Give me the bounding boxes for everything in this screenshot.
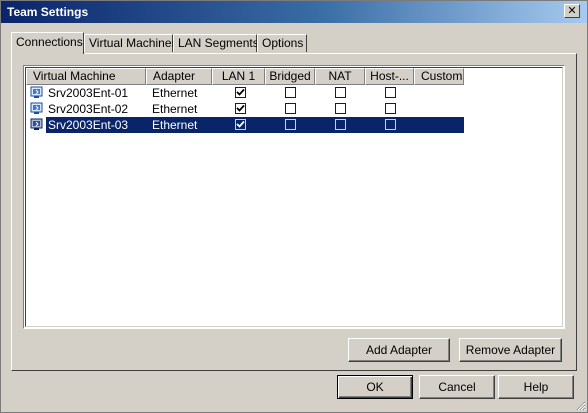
lan1-checkbox[interactable]	[235, 103, 246, 114]
virtual-machine-icon	[30, 118, 43, 130]
bridged-checkbox[interactable]	[285, 119, 296, 130]
column-header-custom[interactable]: Custom	[414, 68, 464, 85]
tab-label: Options	[262, 36, 304, 50]
remove-adapter-button[interactable]: Remove Adapter	[459, 338, 562, 362]
column-header-nat[interactable]: NAT	[315, 68, 365, 85]
column-header-bridged[interactable]: Bridged	[265, 68, 315, 85]
bridged-checkbox[interactable]	[285, 103, 296, 114]
lan1-checkbox[interactable]	[235, 119, 246, 130]
close-button[interactable]: ✕	[564, 4, 580, 18]
vm-name: Srv2003Ent-01	[48, 86, 129, 100]
host-checkbox[interactable]	[385, 87, 396, 98]
tab-label: LAN Segments	[178, 36, 259, 50]
cancel-button[interactable]: Cancel	[419, 375, 495, 399]
team-settings-dialog: Team Settings ✕ Connections Virtual Mach…	[0, 0, 588, 413]
close-icon: ✕	[567, 5, 577, 17]
adapter-name: Ethernet	[152, 86, 198, 100]
help-button[interactable]: Help	[498, 375, 574, 399]
column-header-virtual-machine[interactable]: Virtual Machine	[26, 68, 146, 85]
tab-virtual-machines[interactable]: Virtual Machines	[84, 34, 178, 52]
adapter-name: Ethernet	[152, 102, 198, 116]
tab-label: Virtual Machines	[89, 36, 178, 50]
host-checkbox[interactable]	[385, 119, 396, 130]
vm-name: Srv2003Ent-03	[48, 118, 129, 132]
connections-list[interactable]: Virtual Machine Adapter LAN 1 Bridged NA…	[23, 65, 565, 329]
resize-grip-icon[interactable]	[574, 399, 586, 411]
nat-checkbox[interactable]	[335, 87, 346, 98]
table-row-selected[interactable]: Srv2003Ent-03 Ethernet	[26, 117, 566, 133]
add-adapter-button[interactable]: Add Adapter	[348, 338, 450, 362]
bridged-checkbox[interactable]	[285, 87, 296, 98]
check-icon	[236, 104, 245, 112]
nat-checkbox[interactable]	[335, 103, 346, 114]
adapter-name: Ethernet	[152, 118, 198, 132]
check-icon	[236, 120, 245, 128]
table-row[interactable]: Srv2003Ent-02 Ethernet	[26, 101, 566, 117]
table-row[interactable]: Srv2003Ent-01 Ethernet	[26, 85, 566, 101]
column-header-host[interactable]: Host-...	[365, 68, 414, 85]
check-icon	[236, 88, 245, 96]
tab-connections[interactable]: Connections	[11, 32, 84, 54]
ok-button[interactable]: OK	[337, 375, 413, 399]
virtual-machine-icon	[30, 102, 43, 114]
list-header: Virtual Machine Adapter LAN 1 Bridged NA…	[26, 68, 566, 85]
lan1-checkbox[interactable]	[235, 87, 246, 98]
column-header-adapter[interactable]: Adapter	[146, 68, 212, 85]
window-title: Team Settings	[7, 5, 89, 19]
virtual-machine-icon	[30, 86, 43, 98]
tab-options[interactable]: Options	[257, 34, 307, 52]
nat-checkbox[interactable]	[335, 119, 346, 130]
tab-lan-segments[interactable]: LAN Segments	[173, 34, 259, 52]
tab-label: Connections	[16, 35, 83, 49]
list-frame: Virtual Machine Adapter LAN 1 Bridged NA…	[25, 67, 563, 327]
host-checkbox[interactable]	[385, 103, 396, 114]
vm-name: Srv2003Ent-02	[48, 102, 129, 116]
title-bar[interactable]: Team Settings ✕	[1, 1, 587, 23]
column-header-lan1[interactable]: LAN 1	[212, 68, 265, 85]
